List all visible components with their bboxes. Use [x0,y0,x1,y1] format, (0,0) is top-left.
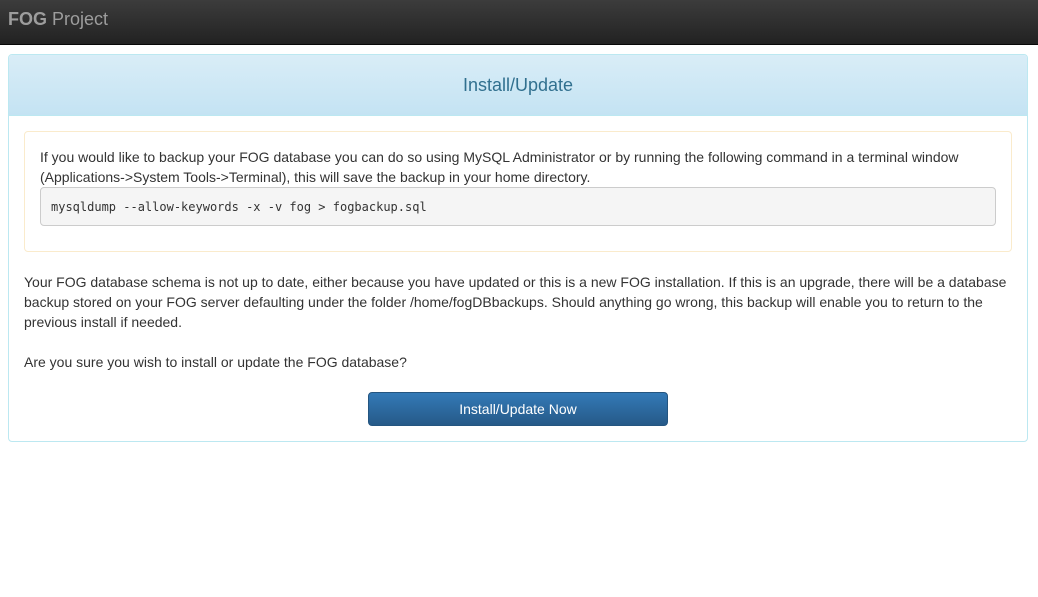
backup-notice-text: If you would like to backup your FOG dat… [40,149,959,185]
install-update-button[interactable]: Install/Update Now [368,392,668,426]
panel-body: If you would like to backup your FOG dat… [9,116,1027,426]
schema-message: Your FOG database schema is not up to da… [24,274,1007,330]
button-row: Install/Update Now [24,392,1012,426]
backup-notice-box: If you would like to backup your FOG dat… [24,131,1012,252]
backup-command-code: mysqldump --allow-keywords -x -v fog > f… [40,187,996,226]
install-update-panel: Install/Update If you would like to back… [8,54,1028,442]
brand-rest: Project [47,9,109,29]
top-navbar: FOG Project [0,0,1038,45]
panel-title: Install/Update [462,75,574,95]
panel-heading: Install/Update [9,55,1027,116]
confirm-question: Are you sure you wish to install or upda… [24,354,407,370]
brand-bold: FOG [8,9,47,29]
brand-link[interactable]: FOG Project [8,9,108,29]
